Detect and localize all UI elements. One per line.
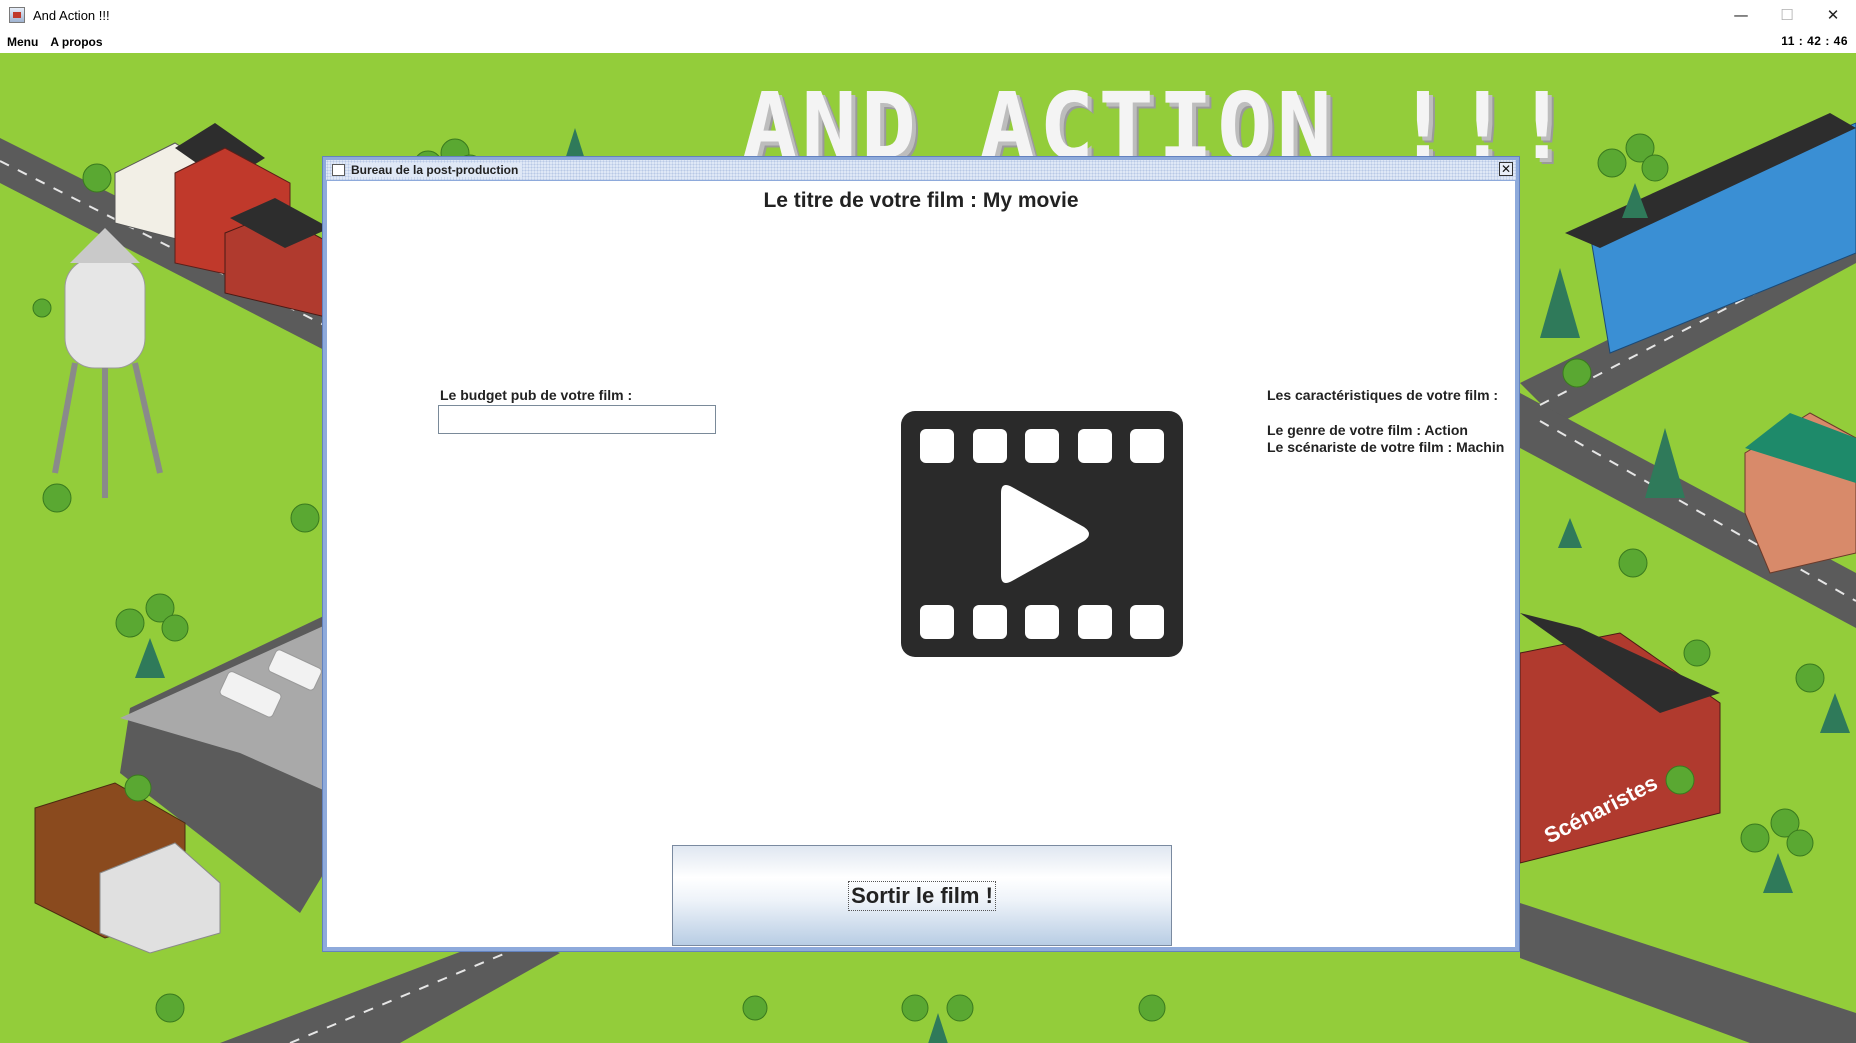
java-app-icon — [9, 7, 25, 23]
dialog-title: Bureau de la post-production — [351, 163, 523, 177]
dialog-titlebar[interactable]: Bureau de la post-production ✕ — [326, 160, 1516, 180]
release-film-button[interactable]: Sortir le film ! — [672, 845, 1172, 946]
dialog-content: Le titre de votre film : My movie Le bud… — [327, 181, 1515, 947]
menu-menu[interactable]: Menu — [0, 35, 44, 49]
film-characteristics: Les caractéristiques de votre film : Le … — [1267, 387, 1504, 456]
characteristics-heading: Les caractéristiques de votre film : — [1267, 387, 1499, 403]
film-title: Le titre de votre film : My movie — [763, 189, 1079, 212]
dialog-close-icon[interactable]: ✕ — [1499, 162, 1513, 176]
film-writer: Le scénariste de votre film : Machin — [1267, 439, 1505, 455]
minimize-icon[interactable]: — — [1718, 0, 1764, 30]
menu-a-propos[interactable]: A propos — [44, 35, 108, 49]
budget-label: Le budget pub de votre film : — [440, 387, 633, 403]
window-title: And Action !!! — [33, 7, 110, 23]
window-titlebar: And Action !!! — ☐ ✕ — [0, 0, 1856, 31]
budget-input[interactable] — [438, 405, 716, 434]
close-icon[interactable]: ✕ — [1810, 0, 1856, 30]
film-genre: Le genre de votre film : Action — [1267, 422, 1468, 438]
clock: 11 : 42 : 46 — [1781, 34, 1848, 48]
frame-icon — [332, 164, 345, 176]
maximize-icon[interactable]: ☐ — [1764, 0, 1810, 30]
release-film-label: Sortir le film ! — [848, 880, 996, 911]
post-production-dialog: Bureau de la post-production ✕ Le titre … — [322, 156, 1520, 952]
water-tower — [52, 228, 163, 498]
window-controls: — ☐ ✕ — [1718, 0, 1856, 30]
menu-bar: Menu A propos 11 : 42 : 46 — [0, 30, 1856, 53]
film-play-icon — [901, 411, 1183, 657]
